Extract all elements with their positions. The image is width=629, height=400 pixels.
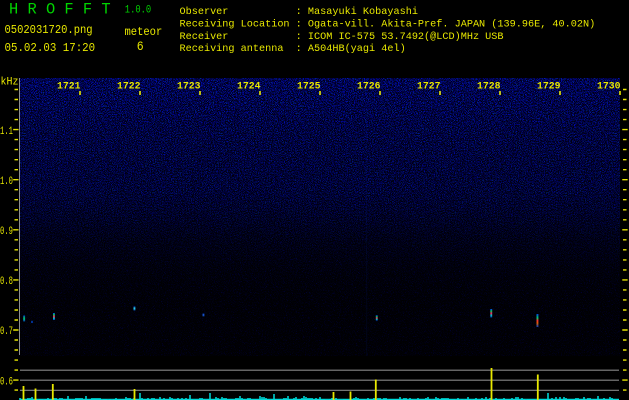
svg-text:Observer : Masayuki: Observer : Masayuki Kobayashi xyxy=(180,6,418,18)
svg-text:1730: 1730 xyxy=(597,81,621,92)
svg-text:1723: 1723 xyxy=(177,81,201,92)
svg-text:0502031720.png: 0502031720.png xyxy=(5,24,93,37)
svg-text:0.6: 0.6 xyxy=(0,375,13,388)
svg-text:05.02.03 17:20: 05.02.03 17:20 xyxy=(5,41,96,55)
svg-text:1728: 1728 xyxy=(477,81,501,92)
svg-text:1729: 1729 xyxy=(537,81,561,92)
svg-text:0.9: 0.9 xyxy=(0,224,13,237)
svg-text:1722: 1722 xyxy=(117,81,141,92)
svg-text:1726: 1726 xyxy=(357,81,381,92)
svg-text:0.7: 0.7 xyxy=(0,325,13,338)
svg-text:Receiving antenna : A504HB(ya: Receiving antenna : A504HB(yagi 4el) xyxy=(180,43,406,55)
svg-text:1.1: 1.1 xyxy=(0,124,13,137)
svg-text:1721: 1721 xyxy=(57,81,81,92)
svg-text:1.0.0: 1.0.0 xyxy=(125,3,151,15)
svg-text:Receiver : ICOM IC-5: Receiver : ICOM IC-575 53.7492(@LCD)MHz … xyxy=(180,31,504,43)
svg-text:0.8: 0.8 xyxy=(0,275,13,288)
svg-text:1.0: 1.0 xyxy=(0,174,13,187)
svg-text:H R O F F T: H R O F F T xyxy=(9,0,111,18)
svg-text:6: 6 xyxy=(137,39,144,54)
svg-text:1727: 1727 xyxy=(417,81,441,92)
svg-text:1724: 1724 xyxy=(237,81,261,92)
svg-text:Receiving Location : Ogata-vil: Receiving Location : Ogata-vill. Akita-P… xyxy=(180,18,596,30)
svg-text:1725: 1725 xyxy=(297,81,321,92)
svg-text:kHz: kHz xyxy=(1,76,19,89)
svg-text:meteor: meteor xyxy=(125,26,163,39)
